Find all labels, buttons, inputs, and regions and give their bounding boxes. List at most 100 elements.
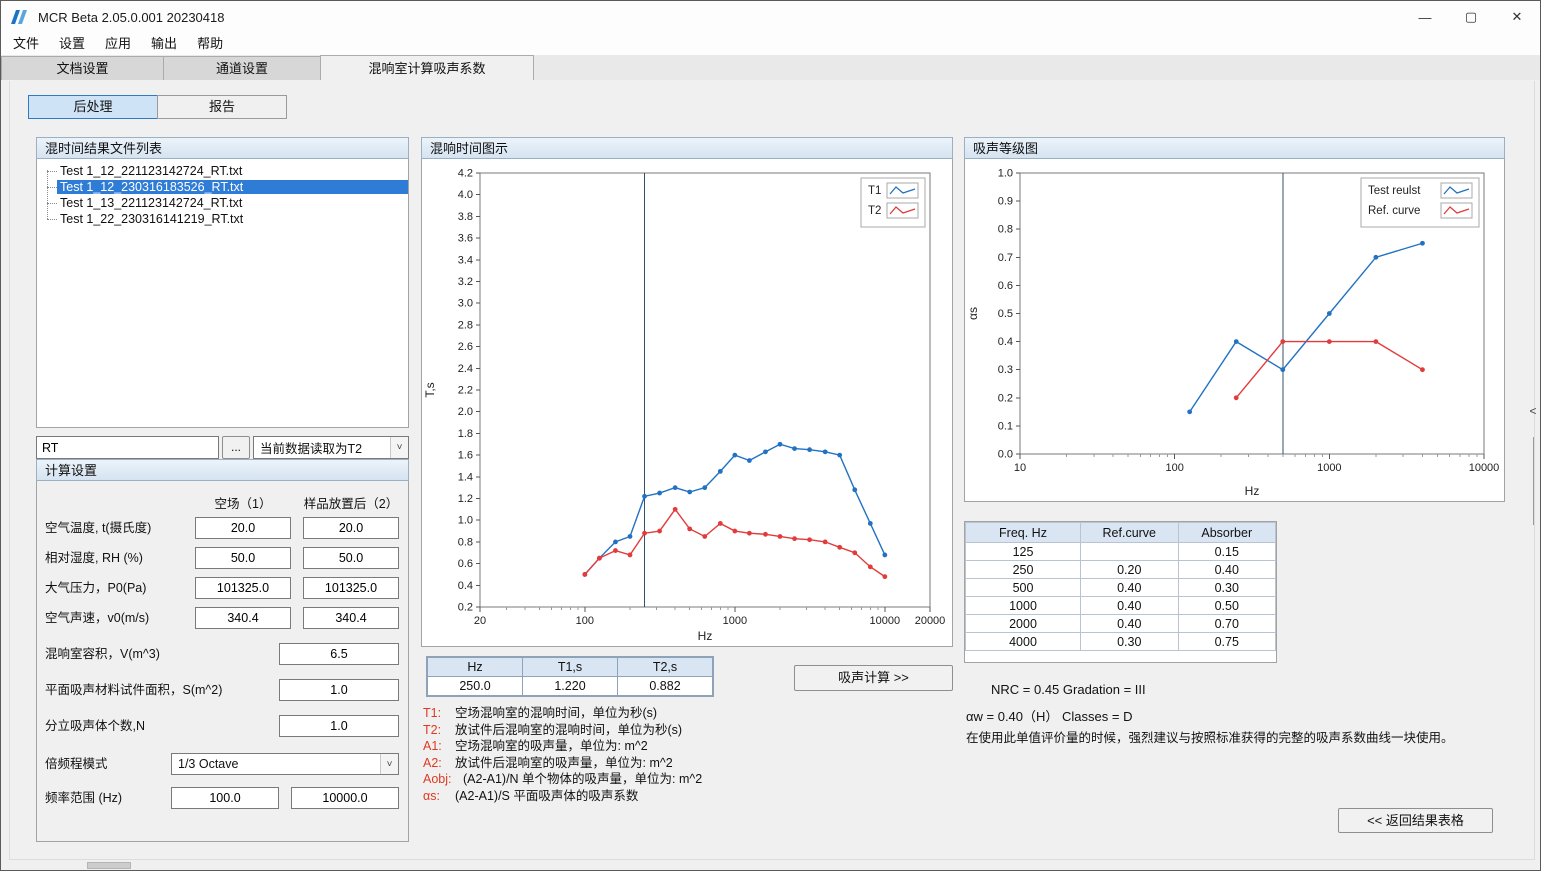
sound-speed-input-1[interactable]	[195, 607, 291, 629]
room-volume-input[interactable]	[279, 643, 399, 665]
svg-text:1.0: 1.0	[458, 515, 473, 527]
browse-button[interactable]: ...	[222, 436, 250, 459]
svg-text:2.4: 2.4	[458, 363, 473, 375]
list-item-selected[interactable]: Test 1_12_230316183526_RT.txt	[37, 179, 408, 195]
humidity-input-2[interactable]	[303, 547, 399, 569]
rt-selector-row: ... 当前数据读取为T2 ˅	[36, 436, 409, 459]
octave-mode-dropdown[interactable]: 1/3 Octave ˅	[171, 753, 399, 775]
subtab-report[interactable]: 报告	[157, 95, 287, 119]
minimize-button[interactable]: —	[1402, 1, 1448, 33]
svg-text:0.2: 0.2	[998, 392, 1013, 404]
table-row: 500 0.40 0.30	[966, 579, 1276, 597]
svg-text:3.6: 3.6	[458, 233, 473, 245]
sample-area-input[interactable]	[279, 679, 399, 701]
svg-text:10000: 10000	[870, 615, 901, 627]
column-header-empty-room: 空场（1）	[195, 493, 291, 512]
note-key: A1:	[423, 738, 455, 755]
list-item[interactable]: Test 1_22_230316141219_RT.txt	[37, 211, 408, 227]
cursor-table-header: T1,s	[523, 657, 618, 677]
menu-settings[interactable]: 设置	[49, 33, 95, 55]
grade-table-container: Freq. Hz Ref.curve Absorber 125 0.15 250…	[964, 521, 1277, 663]
menu-apply[interactable]: 应用	[95, 33, 141, 55]
grade-chart-svg: 0.00.10.20.30.40.50.60.70.80.91.01010010…	[965, 159, 1504, 500]
menu-output[interactable]: 输出	[141, 33, 187, 55]
cursor-table-header: T2,s	[618, 657, 714, 677]
absorber-count-input[interactable]	[279, 715, 399, 737]
data-point	[642, 531, 647, 536]
rt-name-input[interactable]	[36, 436, 219, 459]
freq-max-input[interactable]	[291, 787, 399, 809]
data-point	[687, 526, 692, 531]
data-point	[763, 532, 768, 537]
nrc-result-text: NRC = 0.45 Gradation = III	[991, 682, 1146, 697]
svg-text:1.8: 1.8	[458, 428, 473, 440]
svg-text:4.0: 4.0	[458, 189, 473, 201]
data-point	[1187, 409, 1192, 414]
humidity-input-1[interactable]	[195, 547, 291, 569]
svg-text:3.2: 3.2	[458, 276, 473, 288]
menu-bar: 文件 设置 应用 输出 帮助	[1, 33, 1540, 55]
subtab-postprocess[interactable]: 后处理	[28, 95, 158, 119]
freq-min-input[interactable]	[171, 787, 279, 809]
data-point	[792, 536, 797, 541]
svg-text:10: 10	[1014, 462, 1026, 474]
data-point	[1373, 255, 1378, 260]
temperature-input-1[interactable]	[195, 517, 291, 539]
legend-symbol-box	[1441, 203, 1472, 218]
absorption-calc-button[interactable]: 吸声计算 >>	[794, 665, 953, 691]
menu-help[interactable]: 帮助	[187, 33, 233, 55]
note-key: Aobj:	[423, 771, 463, 788]
tab-document-settings[interactable]: 文档设置	[1, 56, 164, 80]
tab-channel-settings[interactable]: 通道设置	[163, 56, 321, 80]
note-key: αs:	[423, 788, 455, 805]
data-point	[732, 529, 737, 534]
maximize-button[interactable]: ▢	[1448, 1, 1494, 33]
svg-text:0.6: 0.6	[458, 558, 473, 570]
reverb-time-chart[interactable]: 0.20.40.60.81.01.21.41.61.82.02.22.42.62…	[421, 159, 953, 647]
temperature-input-2[interactable]	[303, 517, 399, 539]
return-results-button[interactable]: << 返回结果表格	[1338, 808, 1493, 833]
list-item[interactable]: Test 1_13_221123142724_RT.txt	[37, 195, 408, 211]
legend-symbol-box	[887, 203, 918, 218]
octave-mode-value: 1/3 Octave	[172, 757, 380, 771]
app-logo-icon	[10, 8, 30, 26]
temperature-label: 空气温度, t(摄氏度)	[45, 517, 151, 539]
data-read-dropdown[interactable]: 当前数据读取为T2 ˅	[253, 436, 409, 459]
menu-file[interactable]: 文件	[3, 33, 49, 55]
sound-speed-input-2[interactable]	[303, 607, 399, 629]
data-point	[852, 487, 857, 492]
splitter-handle[interactable]	[1533, 437, 1534, 525]
legend-label: Ref. curve	[1368, 205, 1420, 217]
close-button[interactable]: ✕	[1494, 1, 1540, 33]
svg-text:0.8: 0.8	[998, 224, 1013, 236]
chevron-down-icon[interactable]: ˅	[380, 754, 398, 774]
cursor-freq-value: 250.0	[427, 677, 523, 697]
room-volume-label: 混响室容积，V(m^3)	[45, 643, 160, 665]
calc-settings-title: 计算设置	[36, 459, 409, 481]
pressure-input-1[interactable]	[195, 577, 291, 599]
svg-text:2.6: 2.6	[458, 341, 473, 353]
data-point	[1420, 367, 1425, 372]
window-title: MCR Beta 2.05.0.001 20230418	[38, 10, 224, 25]
file-name: Test 1_22_230316141219_RT.txt	[57, 212, 408, 226]
horizontal-scrollbar-thumb[interactable]	[87, 862, 131, 869]
data-point	[657, 491, 662, 496]
list-item[interactable]: Test 1_12_221123142724_RT.txt	[37, 163, 408, 179]
pressure-input-2[interactable]	[303, 577, 399, 599]
legend-symbol-box	[887, 183, 918, 198]
chevron-down-icon[interactable]: ˅	[390, 437, 408, 458]
main-tab-strip: 文档设置 通道设置 混响室计算吸声系数	[1, 55, 1540, 81]
calc-settings-panel: 计算设置 空场（1） 样品放置后（2） 空气温度, t(摄氏度) 相对湿度, R…	[36, 459, 409, 843]
absorption-grade-chart[interactable]: 0.00.10.20.30.40.50.60.70.80.91.01010010…	[964, 159, 1505, 502]
result-file-list[interactable]: Test 1_12_221123142724_RT.txt Test 1_12_…	[36, 159, 409, 428]
note-text: (A2-A1)/N 单个物体的吸声量，单位为: m^2	[463, 772, 702, 786]
freq-cell: 4000	[966, 633, 1081, 651]
data-point	[807, 537, 812, 542]
data-point	[778, 534, 783, 539]
freq-cell: 500	[966, 579, 1081, 597]
collapse-panel-icon[interactable]: <	[1528, 402, 1538, 420]
table-row: 250 0.20 0.40	[966, 561, 1276, 579]
app-window: MCR Beta 2.05.0.001 20230418 — ▢ ✕ 文件 设置…	[0, 0, 1541, 871]
result-file-panel-title: 混时间结果文件列表	[36, 137, 409, 159]
tab-reverb-absorption[interactable]: 混响室计算吸声系数	[320, 55, 534, 80]
